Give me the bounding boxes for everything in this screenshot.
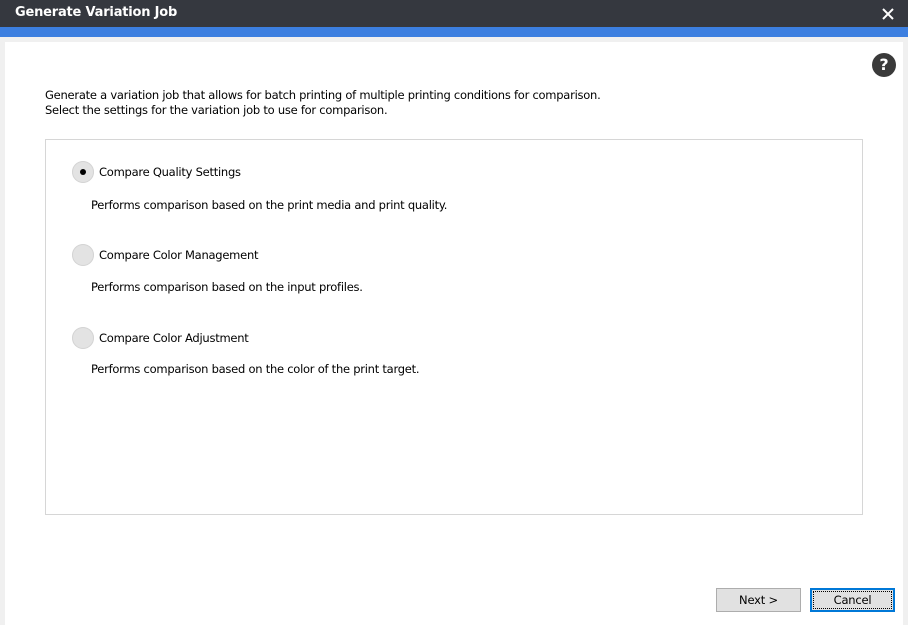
help-icon: ? — [879, 55, 889, 74]
close-icon — [882, 8, 894, 20]
option-description: Performs comparison based on the color o… — [91, 362, 420, 376]
option-label[interactable]: Compare Quality Settings — [99, 164, 241, 180]
close-button[interactable] — [877, 3, 899, 25]
option-description: Performs comparison based on the input p… — [91, 280, 363, 294]
cancel-button-label: Cancel — [833, 593, 872, 607]
next-button-label: Next > — [739, 593, 778, 607]
cancel-button[interactable]: Cancel — [810, 588, 895, 612]
radio-compare-color-adjustment[interactable] — [72, 327, 94, 349]
accent-bar — [0, 27, 908, 37]
option-label[interactable]: Compare Color Adjustment — [99, 330, 249, 346]
radio-compare-quality-settings[interactable] — [72, 161, 94, 183]
intro-text: Generate a variation job that allows for… — [45, 88, 601, 118]
option-description: Performs comparison based on the print m… — [91, 198, 448, 212]
window-title: Generate Variation Job — [15, 5, 178, 20]
intro-line-1: Generate a variation job that allows for… — [45, 88, 601, 102]
help-button[interactable]: ? — [872, 53, 896, 77]
next-button[interactable]: Next > — [716, 588, 801, 612]
options-group: Compare Quality Settings Performs compar… — [45, 139, 863, 515]
title-bar[interactable]: Generate Variation Job — [0, 0, 908, 27]
intro-line-2: Select the settings for the variation jo… — [45, 103, 388, 117]
option-label[interactable]: Compare Color Management — [99, 247, 259, 263]
radio-compare-color-management[interactable] — [72, 244, 94, 266]
variation-job-dialog: Generate Variation Job ? Generate a vari… — [0, 0, 908, 625]
